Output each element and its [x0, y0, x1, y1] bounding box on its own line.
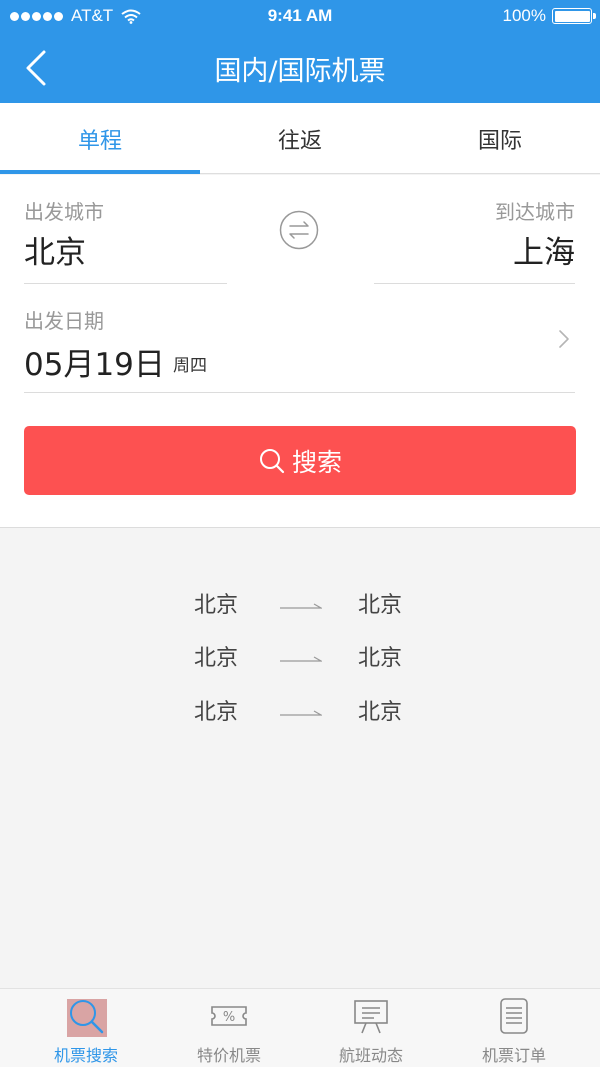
search-form: 出发城市 北京 到达城市 上海 出发日期 05月19日 周四 搜索	[0, 175, 600, 528]
order-list-icon	[500, 998, 528, 1034]
swap-cities-icon[interactable]	[279, 210, 319, 250]
tab-flight-search[interactable]: 机票搜索	[11, 989, 161, 1067]
discount-ticket-icon: %	[211, 1006, 247, 1026]
arrow-right-icon	[280, 710, 322, 716]
history-from-city: 北京	[194, 593, 239, 618]
tab-label: 机票订单	[481, 1046, 546, 1065]
tab-label: 机票搜索	[53, 1046, 118, 1065]
tab-special-fares[interactable]: % 特价机票	[154, 989, 304, 1067]
chevron-right-icon[interactable]	[556, 327, 572, 351]
battery-icon	[552, 8, 596, 24]
history-to-city: 北京	[358, 646, 403, 671]
status-bar: AT&T 9:41 AM 100%	[0, 0, 600, 34]
flight-board-icon	[354, 1000, 388, 1034]
tab-flight-orders[interactable]: 机票订单	[439, 989, 589, 1067]
tab-flight-status[interactable]: 航班动态	[296, 989, 446, 1067]
departure-date[interactable]: 05月19日	[24, 339, 165, 384]
bottom-tab-bar: 机票搜索 % 特价机票 航班动态 机票订单	[0, 988, 600, 1067]
svg-text:%: %	[223, 1010, 235, 1025]
search-button-label: 搜索	[291, 447, 342, 477]
battery-percent: 100%	[502, 6, 546, 25]
page-title: 国内/国际机票	[214, 56, 386, 87]
back-icon[interactable]	[22, 48, 50, 88]
divider	[374, 283, 575, 284]
departure-date-label: 出发日期	[24, 309, 104, 333]
trip-type-tabs: 单程 往返 国际	[0, 103, 600, 174]
history-from-city: 北京	[194, 700, 239, 725]
search-icon	[259, 448, 285, 473]
tab-round-trip[interactable]: 往返	[200, 103, 400, 174]
to-city-label: 到达城市	[495, 200, 575, 224]
history-item[interactable]: 北京 北京	[0, 692, 600, 732]
header: AT&T 9:41 AM 100% 国内/国际机票	[0, 0, 600, 103]
from-city[interactable]: 北京	[24, 227, 86, 272]
arrow-right-icon	[280, 656, 322, 662]
from-city-label: 出发城市	[24, 200, 104, 224]
tab-label: 航班动态	[338, 1046, 403, 1065]
search-icon	[70, 1000, 104, 1034]
tab-label: 特价机票	[196, 1046, 261, 1065]
status-right: 100%	[502, 6, 596, 26]
tab-one-way[interactable]: 单程	[0, 103, 200, 174]
departure-weekday: 周四	[173, 356, 207, 376]
tab-international[interactable]: 国际	[400, 103, 600, 174]
history-item[interactable]: 北京 北京	[0, 638, 600, 678]
divider	[24, 283, 227, 284]
active-tab-indicator	[0, 170, 200, 174]
history-from-city: 北京	[194, 646, 239, 671]
divider	[24, 392, 575, 393]
arrow-right-icon	[280, 603, 322, 609]
history-to-city: 北京	[358, 700, 403, 725]
to-city[interactable]: 上海	[513, 227, 575, 272]
search-button[interactable]: 搜索	[24, 426, 576, 495]
history-item[interactable]: 北京 北京	[0, 585, 600, 625]
history-to-city: 北京	[358, 593, 403, 618]
